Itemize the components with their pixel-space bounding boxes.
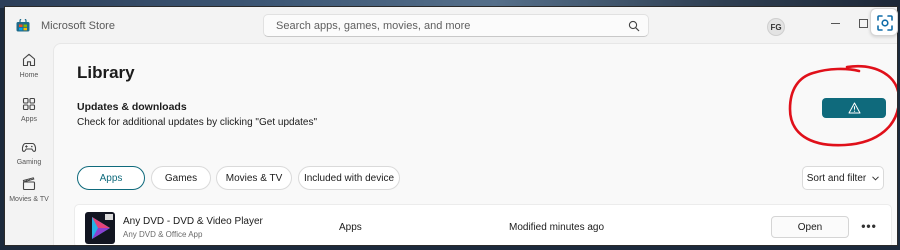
maximize-icon: [858, 18, 868, 28]
search-icon[interactable]: [628, 20, 640, 32]
screenshot-tool-button[interactable]: [870, 8, 898, 36]
sort-label: Sort and filter: [806, 172, 867, 184]
filter-tab-movies-tv[interactable]: Movies & TV: [216, 166, 292, 190]
nav-label-gaming: Gaming: [16, 159, 42, 166]
app-category: Apps: [339, 222, 362, 233]
filter-tab-games[interactable]: Games: [151, 166, 211, 190]
nav-label-home: Home: [19, 72, 39, 79]
sort-and-filter-button[interactable]: Sort and filter: [802, 166, 884, 190]
user-avatar[interactable]: FG: [767, 18, 785, 36]
store-icon: [16, 19, 30, 32]
search-input[interactable]: [264, 15, 648, 36]
updates-subtext: Check for additional updates by clicking…: [77, 117, 318, 128]
app-name: Any DVD - DVD & Video Player: [123, 216, 263, 227]
left-nav: Home Apps Gaming Movies & TV: [5, 43, 53, 245]
gamepad-icon: [21, 142, 37, 152]
app-list-row[interactable]: Any DVD - DVD & Video Player Any DVD & O…: [74, 204, 892, 245]
nav-item-apps[interactable]: Apps: [5, 93, 53, 133]
nav-item-home[interactable]: Home: [5, 49, 53, 89]
title-bar: Microsoft Store FG: [5, 7, 897, 43]
capture-icon: [877, 15, 893, 31]
page-title: Library: [77, 63, 135, 82]
app-modified-time: Modified minutes ago: [509, 222, 605, 233]
home-icon: [22, 53, 36, 67]
any-dvd-app-icon: [85, 212, 115, 244]
nav-label-apps: Apps: [21, 116, 37, 123]
get-updates-button[interactable]: [822, 98, 886, 118]
warning-icon: [848, 102, 860, 114]
minimize-button[interactable]: [824, 13, 846, 33]
movies-icon: [22, 177, 36, 191]
updates-heading: Updates & downloads: [77, 101, 187, 113]
nav-item-movies-tv[interactable]: Movies & TV: [5, 173, 53, 213]
filter-tab-included-with-device[interactable]: Included with device: [298, 166, 400, 190]
app-publisher: Any DVD & Office App: [123, 230, 203, 239]
chevron-down-icon: [872, 175, 880, 181]
library-page: Library Updates & downloads Check for ad…: [53, 43, 897, 245]
minimize-icon: [830, 22, 840, 24]
open-button[interactable]: Open: [771, 216, 849, 238]
app-title: Microsoft Store: [41, 20, 115, 32]
store-window: Microsoft Store FG Home: [4, 6, 898, 246]
nav-item-gaming[interactable]: Gaming: [5, 136, 53, 176]
filter-tab-apps[interactable]: Apps: [77, 166, 145, 190]
nav-label-movies-tv: Movies & TV: [9, 196, 49, 203]
search-box[interactable]: [263, 14, 649, 37]
apps-icon: [22, 97, 36, 111]
more-options-button[interactable]: •••: [859, 218, 879, 234]
